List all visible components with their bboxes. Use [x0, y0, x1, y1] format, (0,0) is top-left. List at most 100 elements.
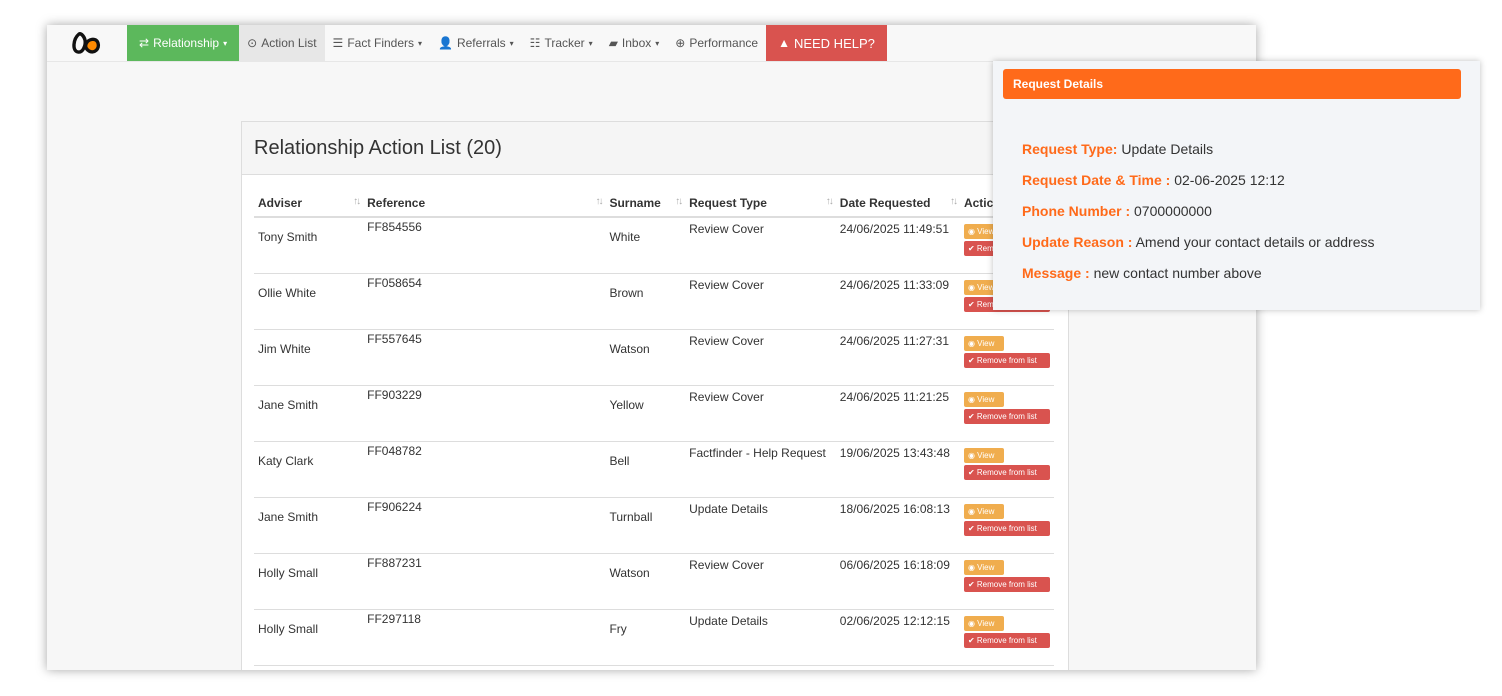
caret-down-icon: ▾ — [588, 38, 593, 48]
check-icon: ✔ — [967, 636, 977, 645]
top-navbar: ⇄ Relationship ▾ ⊙ Action List ☰ Fact Fi… — [47, 25, 1256, 62]
table-row: Tony Smith FF854556 White Review Cover 24/06… — [254, 217, 1054, 274]
cell-adviser: Holly Small — [254, 553, 364, 610]
column-header-reference[interactable]: Reference ↑↓ — [363, 190, 606, 218]
cell-reference: FF906224 — [363, 497, 606, 554]
nav-tracker[interactable]: ☷ Tracker ▾ — [522, 25, 601, 61]
cell-adviser: Holly Small — [254, 609, 364, 666]
cell-adviser: Katy Clark — [254, 441, 364, 498]
view-button[interactable]: ◉ View — [963, 392, 1004, 407]
column-header-adviser[interactable]: Adviser ↑↓ — [254, 190, 364, 218]
cell-surname: White — [605, 217, 686, 274]
need-help-button[interactable]: ▲ NEED HELP? — [766, 25, 887, 61]
cell-actions: ◉ View ✔ Remove from list — [959, 497, 1054, 554]
table-row: Holly Small FF887231 Watson Review Cover 06/… — [254, 553, 1054, 610]
remove-from-list-button[interactable]: ✔ Remove from list — [963, 409, 1050, 424]
cell-date-requested: 18/06/2025 16:08:13 — [835, 497, 960, 554]
modal-body: Request Type: Update Details Request Date… — [1022, 140, 1462, 295]
nav-inbox[interactable]: ▰ Inbox ▾ — [601, 25, 668, 61]
brand-logo[interactable] — [47, 25, 127, 61]
nav-action-list[interactable]: ⊙ Action List — [239, 25, 325, 61]
nav-relationship[interactable]: ⇄ Relationship ▾ — [127, 25, 240, 61]
cell-date-requested: 24/06/2025 11:49:51 — [835, 217, 960, 274]
eye-icon: ◉ — [967, 339, 978, 348]
cell-request-type: Review Cover — [685, 329, 836, 386]
view-button[interactable]: ◉ View — [963, 616, 1004, 631]
clock-icon: ⊙ — [247, 36, 258, 50]
logo-icon — [72, 32, 101, 54]
action-list-table: Adviser ↑↓ Reference ↑↓ Surname ↑↓ Request … — [254, 190, 1054, 670]
cell-surname: Turnball — [605, 497, 686, 554]
eye-icon: ◉ — [967, 451, 978, 460]
cell-reference: FF058654 — [363, 273, 606, 330]
cell-actions: ◉ View ✔ Remove from list — [959, 441, 1054, 498]
cell-date-requested: 02/06/2025 12:12:15 — [835, 609, 960, 666]
nav-performance[interactable]: ⊕ Performance — [667, 25, 766, 61]
table-row: Katy Clark FF048782 Bell Factfinder - Help … — [254, 441, 1054, 498]
cell-actions: ◉ View✔ Remove from list — [959, 665, 1054, 670]
list-icon: ☰ — [332, 36, 344, 50]
caret-down-icon: ▾ — [509, 38, 514, 48]
cell-request-type: Review Cover — [685, 273, 836, 330]
warning-icon: ▲ — [778, 36, 790, 50]
detail-label: Request Date & Time : — [1022, 172, 1171, 188]
detail-value: 0700000000 — [1134, 203, 1212, 219]
column-header-surname[interactable]: Surname ↑↓ — [605, 190, 686, 218]
cell-reference: FF297118 — [363, 609, 606, 666]
table-row: Holly Small FF297118 Fry Update Details 02/0… — [254, 609, 1054, 666]
eye-icon: ◉ — [967, 283, 978, 292]
nav-referrals[interactable]: 👤 Referrals ▾ — [430, 25, 522, 61]
check-icon: ✔ — [967, 244, 977, 253]
panel-heading: Relationship Action List (20) — [242, 122, 1068, 175]
cell-surname: Watson — [605, 553, 686, 610]
cell-adviser: Tony Smith — [254, 217, 364, 274]
nav-fact-finders[interactable]: ☰ Fact Finders ▾ — [325, 25, 430, 61]
cell-date-requested: 24/06/2025 11:21:25 — [835, 385, 960, 442]
nav-relationship-label: Relationship — [153, 36, 220, 50]
detail-line: Request Date & Time : 02-06-2025 12:12 — [1022, 171, 1462, 202]
cell-request-type: Update Details — [685, 609, 836, 666]
sort-icon: ↑↓ — [675, 196, 683, 207]
view-button[interactable]: ◉ View — [963, 560, 1004, 575]
caret-down-icon: ▾ — [223, 38, 228, 48]
view-button[interactable]: ◉ View — [963, 448, 1004, 463]
cell-request-type: Review Cover — [685, 553, 836, 610]
eye-icon: ◉ — [967, 227, 978, 236]
sort-icon: ↑↓ — [595, 196, 603, 207]
cell-date-requested: 06/06/2025 16:18:09 — [835, 553, 960, 610]
view-button[interactable]: ◉ View — [963, 504, 1004, 519]
cell-actions: ◉ View ✔ Remove from list — [959, 553, 1054, 610]
column-header-request-type[interactable]: Request Type ↑↓ — [685, 190, 836, 218]
nav-performance-label: Performance — [689, 36, 759, 50]
cell-reference: FF903229 — [363, 385, 606, 442]
cell-surname: Bell — [605, 441, 686, 498]
detail-line: Phone Number : 0700000000 — [1022, 202, 1462, 233]
cell-request-type: Factfinder - Help Request — [685, 441, 836, 498]
eye-icon: ◉ — [967, 395, 978, 404]
remove-from-list-button[interactable]: ✔ Remove from list — [963, 353, 1050, 368]
nav-fact-finders-label: Fact Finders — [347, 36, 414, 50]
cell-adviser: Ollie White — [254, 273, 364, 330]
cell-reference: FF887231 — [363, 553, 606, 610]
table-header-row: Adviser ↑↓ Reference ↑↓ Surname ↑↓ Request … — [254, 190, 1054, 218]
sort-icon: ↑↓ — [825, 196, 834, 207]
remove-from-list-button[interactable]: ✔ Remove from list — [963, 633, 1050, 648]
detail-value: 02-06-2025 12:12 — [1174, 172, 1285, 188]
view-button[interactable]: ◉ View — [963, 336, 1004, 351]
remove-from-list-button[interactable]: ✔ Remove from list — [963, 465, 1050, 480]
detail-value: Amend your contact details or address — [1135, 234, 1375, 250]
column-header-date-requested[interactable]: Date Requested ↑↓ — [835, 190, 960, 218]
user-icon: 👤 — [438, 36, 453, 50]
cell-adviser: Holly Small — [254, 665, 364, 670]
nav-tracker-label: Tracker — [544, 36, 585, 50]
remove-from-list-button[interactable]: ✔ Remove from list — [963, 577, 1050, 592]
detail-label: Update Reason : — [1022, 234, 1133, 250]
caret-down-icon: ▾ — [418, 38, 423, 48]
remove-from-list-button[interactable]: ✔ Remove from list — [963, 521, 1050, 536]
cell-actions: ◉ View ✔ Remove from list — [959, 609, 1054, 666]
cell-actions: ◉ View ✔ Remove from list — [959, 385, 1054, 442]
detail-line: Request Type: Update Details — [1022, 140, 1462, 171]
cell-request-type: Top up Cover — [685, 665, 836, 670]
detail-line: Message : new contact number above — [1022, 264, 1462, 295]
eye-icon: ◉ — [967, 619, 978, 628]
